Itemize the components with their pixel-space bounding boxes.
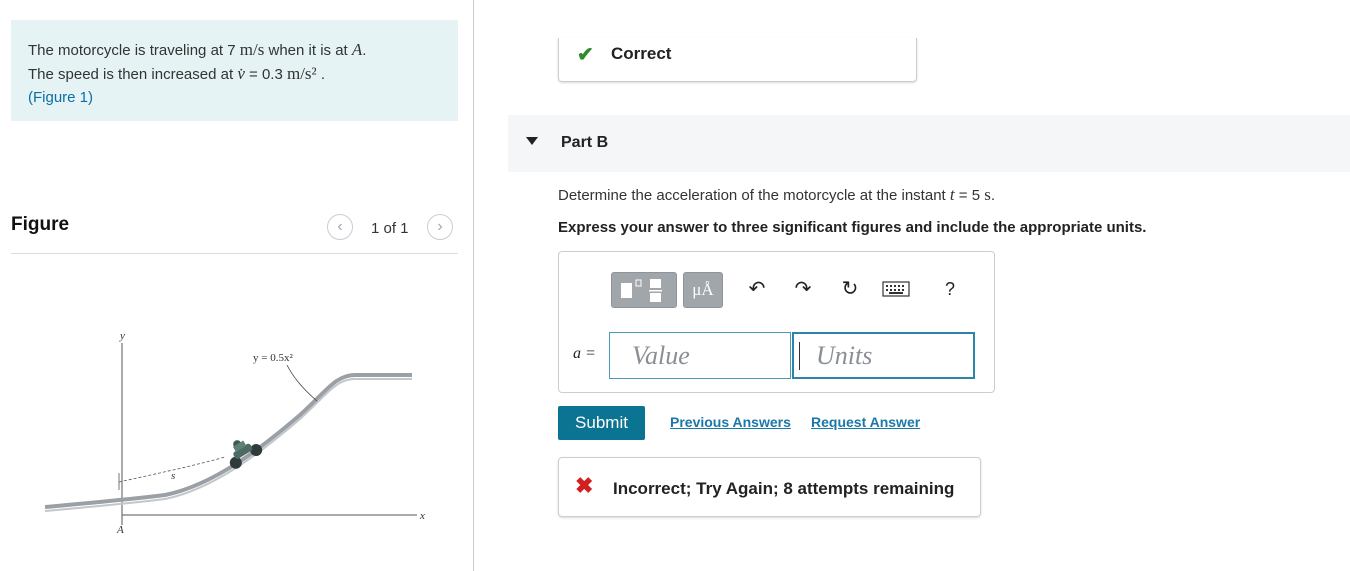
time-unit: s [984, 185, 991, 204]
question-text-part: = 5 [958, 187, 981, 204]
figure-title: Figure [11, 214, 70, 235]
correct-label: Correct [611, 44, 672, 63]
instructions: Express your answer to three significant… [558, 219, 1147, 236]
submit-button[interactable]: Submit [558, 406, 645, 440]
speed-unit: m/s [239, 40, 265, 59]
panel-divider [473, 0, 474, 571]
request-answer-link[interactable]: Request Answer [811, 414, 920, 430]
reset-icon[interactable]: ↻ [835, 274, 865, 304]
question-text-part: . [990, 187, 996, 204]
road-shadow [44, 378, 412, 512]
curve-label-leader [286, 364, 318, 402]
figure-header: Figure ‹ 1 of 1 › [11, 205, 458, 254]
question-text: Determine the acceleration of the motorc… [558, 185, 995, 205]
question-text-part: Determine the acceleration of the motorc… [558, 187, 946, 204]
problem-text: The speed is then increased at [28, 66, 234, 83]
redo-icon[interactable]: ↷ [788, 274, 818, 304]
units-placeholder: Units [816, 341, 873, 370]
figure-pager: 1 of 1 [371, 220, 409, 237]
y-axis-label: y [119, 330, 125, 342]
help-icon[interactable]: ? [935, 274, 965, 304]
problem-text: when it is at [268, 42, 348, 59]
answer-variable-label: a = [573, 345, 596, 362]
feedback-text: Incorrect; Try Again; 8 attempts remaini… [613, 479, 955, 498]
part-b-label: Part B [561, 134, 609, 151]
text-cursor [799, 342, 800, 370]
motorcycle-figure: y x y = 0.5x² s A [44, 330, 425, 536]
incorrect-feedback: ✖ Incorrect; Try Again; 8 attempts remai… [558, 457, 981, 517]
answer-box: μÅ ↶ ↷ ↻ ? a = Value Units [558, 251, 995, 393]
point-var: A [351, 40, 363, 59]
problem-text: The motorcycle is traveling at 7 [28, 42, 236, 59]
curve-label: y = 0.5x² [253, 352, 293, 364]
value-input[interactable]: Value [609, 332, 791, 379]
problem-statement: The motorcycle is traveling at 7 m/s whe… [11, 20, 458, 121]
value-placeholder: Value [632, 341, 690, 370]
templates-icon[interactable] [611, 272, 677, 308]
units-input[interactable]: Units [792, 332, 975, 379]
problem-line-1: The motorcycle is traveling at 7 m/s whe… [28, 38, 366, 62]
x-icon: ✖ [575, 473, 594, 498]
problem-line-2: The speed is then increased at v̇ = 0.3 … [28, 62, 366, 86]
x-axis-label: x [419, 510, 425, 522]
previous-answers-link[interactable]: Previous Answers [670, 414, 791, 430]
chevron-right-icon[interactable]: › [427, 214, 453, 240]
arc-label: s [171, 470, 175, 482]
problem-text: . [320, 66, 325, 83]
problem-text: . [362, 42, 367, 59]
accel-unit: m/s² [286, 64, 317, 83]
problem-text: = 0.3 [249, 66, 283, 83]
correct-status: ✔ Correct [558, 38, 917, 82]
figure-link[interactable]: (Figure 1) [28, 89, 93, 106]
vdot-var: v̇ [237, 64, 245, 83]
point-a-label: A [116, 524, 124, 536]
part-b-header[interactable]: Part B [508, 115, 1350, 172]
caret-down-icon[interactable] [526, 137, 538, 145]
keyboard-icon[interactable] [881, 274, 911, 304]
units-icon[interactable]: μÅ [683, 272, 723, 308]
check-icon: ✔ [577, 44, 594, 66]
motorcycle-icon [229, 440, 263, 469]
chevron-left-icon[interactable]: ‹ [327, 214, 353, 240]
road-curve [44, 373, 412, 509]
time-var: t [949, 185, 955, 204]
undo-icon[interactable]: ↶ [742, 274, 772, 304]
